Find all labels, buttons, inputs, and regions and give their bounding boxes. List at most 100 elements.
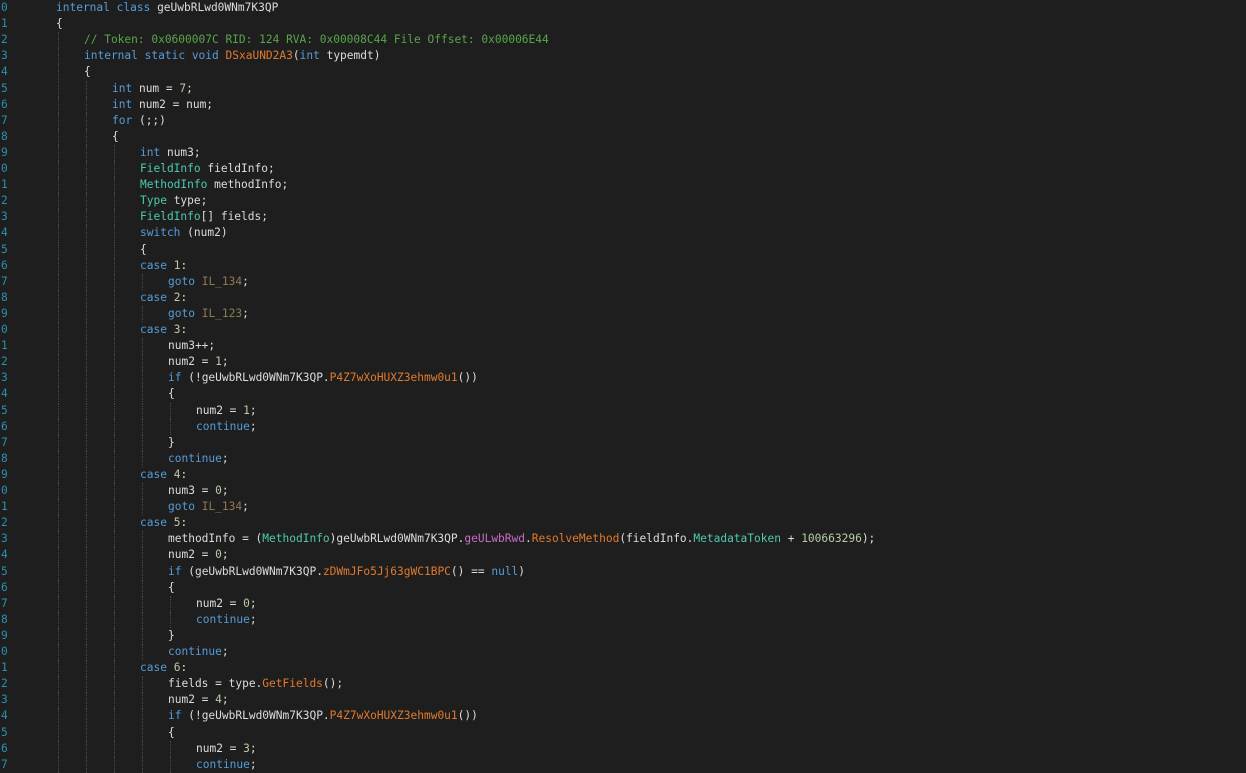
code-line[interactable]: 7 continue; [0,756,1246,773]
code-line[interactable]: 1 MethodInfo methodInfo; [0,177,1246,194]
code-token: ResolveMethod [531,532,620,546]
code-token: methodInfo = ( [168,532,263,546]
indent-guide [58,676,59,693]
line-number: 7 [1,596,8,610]
code-token: typemdt) [319,49,381,63]
code-line[interactable]: 6 case 1: [0,257,1246,274]
code-token: [] fields; [200,210,268,224]
code-token: zDWmJFo5Jj63gWC1BPC [322,564,451,578]
code-line[interactable]: 2 // Token: 0x0600007C RID: 124 RVA: 0x00… [0,32,1246,49]
code-line[interactable]: 1{ [0,16,1246,32]
code-line[interactable]: 5{ [0,724,1246,741]
code-line[interactable]: 0 internal class geUwbRLwd0WNm7K3QP [0,0,1246,16]
code-text: { [168,725,175,741]
indent-guide [58,660,59,677]
code-line[interactable]: 5{ [0,241,1246,258]
code-line[interactable]: 0 case 3: [0,322,1246,338]
indent-guide [58,531,59,548]
code-line[interactable]: 9 case 4: [0,466,1246,483]
code-token: 0 [215,548,222,562]
code-editor[interactable]: 0 internal class geUwbRLwd0WNm7K3QP 1{2// … [0,0,1246,773]
code-token: case [140,323,167,336]
code-line[interactable]: 7 for (;;) [0,112,1246,129]
code-token: int [112,81,133,95]
code-line[interactable]: 3 FieldInfo[] fields; [0,209,1246,226]
code-token: int [112,97,133,111]
indent-guide [114,161,115,177]
code-token: : [180,661,188,675]
code-line[interactable]: 5 int num = 7; [0,80,1246,97]
code-token: num2 = [168,693,216,707]
code-line[interactable]: 9} [0,627,1246,644]
code-line[interactable]: 9 goto IL_123; [0,305,1246,322]
code-line[interactable]: 1 num3++; [0,338,1246,355]
code-line[interactable]: 7 goto IL_134; [0,273,1246,290]
indent-guide [142,305,143,322]
code-token: MethodInfo [140,178,208,192]
code-line[interactable]: 1 goto IL_134; [0,499,1246,516]
code-line[interactable]: 8 case 2: [0,289,1246,306]
code-line[interactable]: 8{ [0,128,1246,145]
indent-guide [114,370,115,387]
code-line[interactable]: 7} [0,434,1246,451]
code-line[interactable]: 6{ [0,579,1246,596]
indent-guide [86,708,87,725]
code-line[interactable]: 4 switch (num2) [0,225,1246,242]
indent-guide [142,708,143,725]
code-line[interactable]: 0 FieldInfo fieldInfo; [0,161,1246,177]
code-line[interactable]: 2 Type type; [0,193,1246,210]
code-token: () == [450,564,492,578]
code-line[interactable]: 3 num2 = 4; [0,692,1246,709]
indent-guide [114,354,115,371]
code-token: if [168,371,182,385]
indent-guide [58,483,59,499]
code-line[interactable]: 6 num2 = 3; [0,740,1246,757]
code-line[interactable]: 2 fields = type.GetFields(); [0,676,1246,693]
indent-guide [114,692,115,709]
code-line[interactable]: 8 continue; [0,611,1246,628]
code-token: 4 [215,693,222,707]
code-line[interactable]: 4 num2 = 0; [0,547,1246,564]
code-line[interactable]: 7 num2 = 0; [0,595,1246,612]
code-token: goto [168,500,195,514]
indent-guide [86,692,87,709]
code-token: methodInfo; [207,178,289,192]
indent-guide [142,418,143,435]
code-line[interactable]: 6 continue; [0,418,1246,435]
indent-guide [86,338,87,355]
indent-guide [86,450,87,467]
code-line[interactable]: 6 int num2 = num; [0,96,1246,113]
code-line[interactable]: 0 continue; [0,644,1246,660]
code-line[interactable]: 4{ [0,64,1246,81]
code-token: if [168,564,182,578]
code-token: MethodInfo [262,532,330,546]
code-token: // Token: 0x0600007C RID: 124 RVA: 0x000… [84,33,549,47]
indent-guide [86,611,87,628]
code-line[interactable]: 4{ [0,386,1246,403]
code-line[interactable]: 8 continue; [0,450,1246,467]
code-line[interactable]: 2 num2 = 1; [0,354,1246,371]
code-line[interactable]: 4 if (!geUwbRLwd0WNm7K3QP.P4Z7wXoHUXZ3ehm… [0,708,1246,725]
indent-guide [86,531,87,548]
code-line[interactable]: 5 num2 = 1; [0,402,1246,419]
code-token: IL_134 [201,274,243,288]
indent-guide [86,563,87,580]
code-token: num2 = [168,355,216,369]
indent-guide [58,370,59,387]
line-number: 5 [1,242,8,256]
line-number: 2 [1,516,8,530]
code-line[interactable]: 0 num3 = 0; [0,483,1246,499]
code-line[interactable]: 3 internal static void DSxaUND2A3(int typ… [0,48,1246,65]
code-text: case 4: [140,467,187,483]
code-line[interactable]: 5 if (geUwbRLwd0WNm7K3QP.zDWmJFo5Jj63gWC1… [0,563,1246,580]
code-line[interactable]: 2 case 5: [0,515,1246,532]
code-line[interactable]: 3 if (!geUwbRLwd0WNm7K3QP.P4Z7wXoHUXZ3ehm… [0,370,1246,387]
code-line[interactable]: 9 int num3; [0,144,1246,161]
code-token: : [180,258,188,272]
indent-guide [86,289,87,306]
code-line[interactable]: 3 methodInfo = (MethodInfo)geUwbRLwd0WNm7… [0,531,1246,548]
indent-guide [86,483,87,499]
code-token: geUwbRLwd0WNm7K3QP [150,1,279,14]
code-line[interactable]: 1 case 6: [0,660,1246,677]
